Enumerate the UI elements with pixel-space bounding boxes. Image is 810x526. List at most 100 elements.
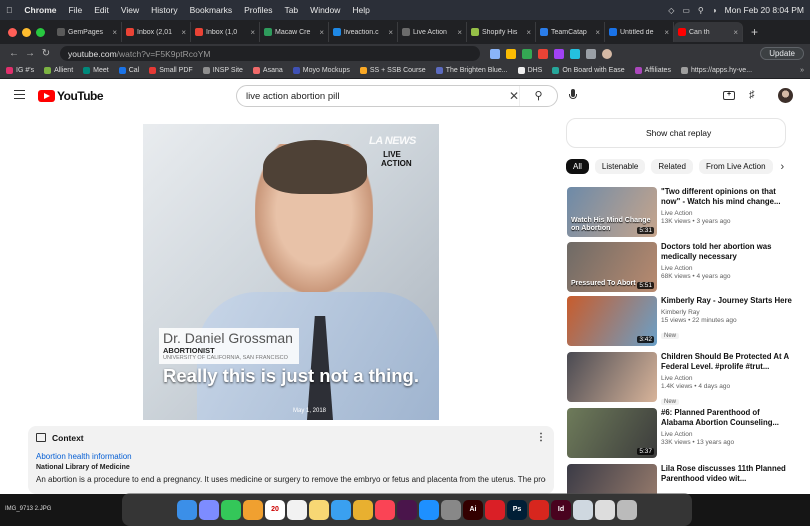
photoshop-icon[interactable]: Ps — [507, 499, 527, 520]
extension-icon-2[interactable] — [506, 48, 516, 59]
new-tab-button[interactable]: + — [743, 25, 766, 39]
chip-related[interactable]: Related — [651, 159, 693, 174]
zoom-window-button[interactable] — [36, 27, 45, 37]
recommendation-item[interactable]: Pressured To Abort 5:51 Doctors told her a… — [567, 242, 792, 294]
chip-listenable[interactable]: Listenable — [594, 159, 646, 174]
search-button[interactable]: ⚲ — [519, 86, 557, 106]
bookmark-item[interactable]: The Brighten Blue... — [435, 67, 508, 74]
menu-window[interactable]: Window — [310, 5, 340, 15]
browser-tab[interactable]: liveaction.c × — [329, 22, 398, 42]
video-title[interactable]: "Two different opinions on that now" - W… — [661, 187, 792, 207]
close-tab-icon[interactable]: × — [733, 28, 738, 37]
menu-edit[interactable]: Edit — [94, 5, 109, 15]
browser-tab[interactable]: Untitled de × — [605, 22, 674, 42]
illustrator-icon[interactable]: Ai — [463, 499, 483, 520]
extension-icon-1[interactable] — [490, 48, 500, 59]
video-thumbnail[interactable]: 3:42 — [567, 296, 657, 346]
close-window-button[interactable] — [8, 27, 17, 37]
puzzle-icon[interactable] — [586, 48, 596, 59]
reload-icon[interactable]: ↻ — [38, 48, 54, 59]
menu-help[interactable]: Help — [352, 5, 369, 15]
video-title[interactable]: #6: Planned Parenthood of Alabama Aborti… — [661, 408, 792, 428]
youtube-logo[interactable]: YouTube — [38, 89, 104, 103]
search-box[interactable]: live action abortion pill ✕ ⚲ — [236, 85, 558, 107]
bookmark-item[interactable]: Asana — [252, 67, 283, 74]
bookmarks-overflow-button[interactable]: » — [800, 67, 804, 74]
close-tab-icon[interactable]: × — [388, 28, 393, 37]
desktop-file-label[interactable]: IMG_9713 2.JPG — [5, 506, 51, 512]
bookmark-item[interactable]: Cal — [118, 67, 139, 74]
menu-profiles[interactable]: Profiles — [244, 5, 272, 15]
browser-tab[interactable]: Inbox (2,01 × — [122, 22, 191, 42]
recommendation-item[interactable]: 5:37 #6: Planned Parenthood of Alabama Ab… — [567, 408, 792, 460]
recommendation-item[interactable]: Watch His Mind Change on Abortion 5:31 "Tw… — [567, 187, 792, 239]
browser-tab[interactable]: Live Action × — [398, 22, 467, 42]
creative-cloud-icon[interactable] — [485, 499, 505, 520]
bookmark-item[interactable]: Meet — [83, 67, 109, 74]
launchpad-icon[interactable] — [199, 499, 219, 520]
trash-icon[interactable] — [617, 499, 637, 520]
video-thumbnail[interactable]: Pressured To Abort 5:51 — [567, 242, 657, 292]
voice-search-icon[interactable] — [569, 89, 577, 103]
more-options-icon[interactable]: ⋮ — [536, 432, 546, 443]
wifi-icon[interactable]: ◇ — [668, 6, 674, 15]
menu-view[interactable]: View — [121, 5, 139, 15]
chip-all[interactable]: All — [566, 159, 589, 174]
app-store-icon[interactable] — [419, 499, 439, 520]
active-app-name[interactable]: Chrome — [24, 5, 56, 15]
video-thumbnail[interactable]: Watch His Mind Change on Abortion 5:31 — [567, 187, 657, 237]
reminders-icon[interactable] — [287, 499, 307, 520]
close-tab-icon[interactable]: × — [457, 28, 462, 37]
extension-icon-6[interactable] — [570, 48, 580, 59]
channel-name[interactable]: Live Action — [661, 375, 792, 382]
extension-icon-5[interactable] — [554, 48, 564, 59]
safari-icon[interactable] — [331, 499, 351, 520]
finder-icon[interactable] — [177, 499, 197, 520]
update-button[interactable]: Update — [760, 47, 804, 60]
back-icon[interactable]: ← — [6, 48, 22, 59]
channel-name[interactable]: Live Action — [661, 265, 792, 272]
close-tab-icon[interactable]: × — [112, 28, 117, 37]
close-tab-icon[interactable]: × — [250, 28, 255, 37]
control-center-icon[interactable]: ◑ — [712, 6, 717, 15]
video-thumbnail[interactable]: 5:37 — [567, 408, 657, 458]
apple-icon[interactable]:  — [6, 5, 12, 15]
show-chat-replay-button[interactable]: Show chat replay — [566, 118, 786, 148]
profile-icon[interactable] — [602, 48, 612, 59]
music-icon[interactable] — [375, 499, 395, 520]
channel-name[interactable]: Live Action — [661, 210, 792, 217]
chip-from-live-action[interactable]: From Live Action — [698, 159, 773, 174]
video-title[interactable]: Lila Rose discusses 11th Planned Parenth… — [661, 464, 792, 484]
recommendation-item[interactable]: 3:42 Kimberly Ray - Journey Starts Here Ki… — [567, 296, 792, 348]
calendar-icon[interactable]: 20 — [265, 499, 285, 520]
close-tab-icon[interactable]: × — [181, 28, 186, 37]
chevron-right-icon[interactable]: › — [781, 161, 785, 173]
close-tab-icon[interactable]: × — [595, 28, 600, 37]
bookmark-item[interactable]: DHS — [517, 67, 542, 74]
forward-icon[interactable]: → — [22, 48, 38, 59]
bookmark-item[interactable]: Allient — [44, 67, 73, 74]
channel-name[interactable]: Live Action — [661, 431, 792, 438]
close-tab-icon[interactable]: × — [664, 28, 669, 37]
clear-search-icon[interactable]: ✕ — [509, 89, 519, 103]
video-title[interactable]: Doctors told her abortion was medically … — [661, 242, 792, 262]
bookmark-item[interactable]: Moyo Mockups — [292, 67, 350, 74]
browser-tab[interactable]: Macaw Cre × — [260, 22, 329, 42]
search-icon[interactable]: ⚲ — [698, 6, 704, 15]
slack-icon[interactable] — [397, 499, 417, 520]
recommendation-item[interactable]: Children Should Be Protected At A Federa… — [567, 352, 792, 405]
photos-icon[interactable] — [243, 499, 263, 520]
menu-bar-clock[interactable]: Mon Feb 20 8:04 PM — [725, 5, 804, 15]
menu-bookmarks[interactable]: Bookmarks — [190, 5, 233, 15]
screenshot-icon[interactable] — [595, 499, 615, 520]
browser-tab[interactable]: Shopify His × — [467, 22, 536, 42]
bookmark-item[interactable]: Small PDF — [149, 67, 193, 74]
video-player[interactable]: LA NEWS Dr. Daniel Grossman ABORTIONIST … — [143, 124, 439, 420]
indesign-icon[interactable]: Id — [551, 499, 571, 520]
video-title[interactable]: Children Should Be Protected At A Federa… — [661, 352, 792, 372]
menu-icon[interactable] — [14, 90, 25, 99]
browser-tab[interactable]: Can th × — [674, 22, 743, 42]
close-tab-icon[interactable]: × — [526, 28, 531, 37]
bookmark-item[interactable]: https://apps.hy-ve... — [680, 67, 752, 74]
messages-icon[interactable] — [221, 499, 241, 520]
